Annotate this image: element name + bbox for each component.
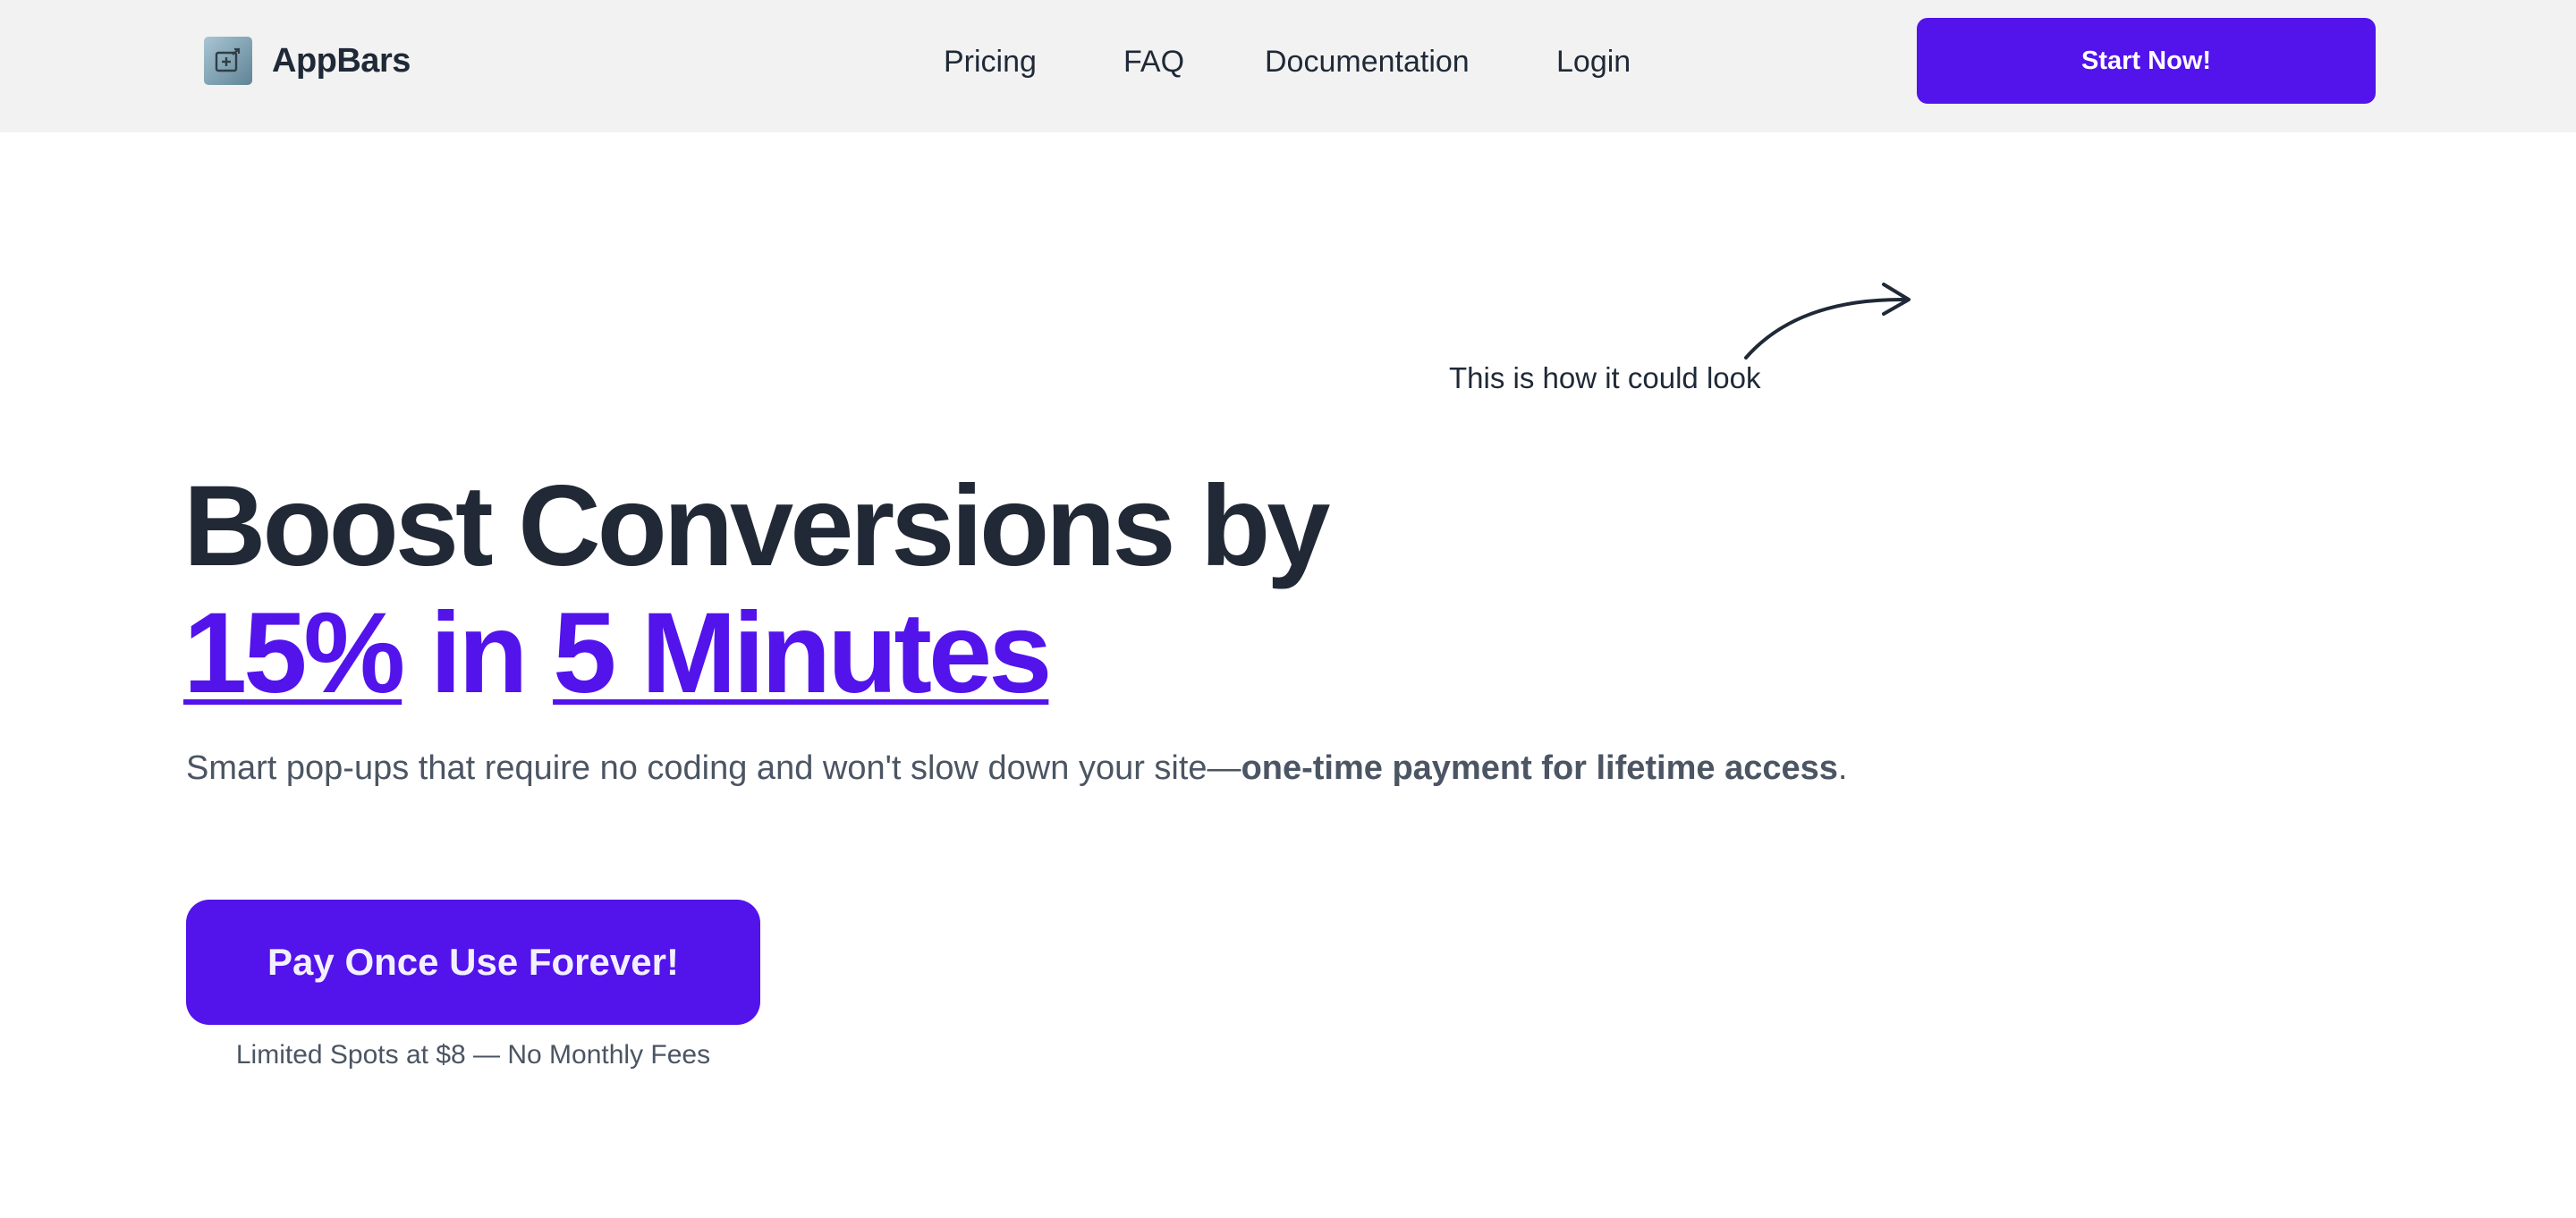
nav-link-documentation[interactable]: Documentation [1265,39,1470,84]
brand-logo-link[interactable]: AppBars [204,36,411,86]
top-navigation-bar: AppBars Pricing FAQ Documentation Login … [0,0,2576,132]
headline-line-1: Boost Conversions by [183,462,1330,590]
headline-line-2: 15% in 5 Minutes [183,590,1704,717]
start-now-button[interactable]: Start Now! [1917,18,2376,104]
add-to-screen-icon [204,37,252,85]
brand-name: AppBars [272,41,411,80]
nav-link-pricing[interactable]: Pricing [944,39,1037,84]
preview-annotation: This is how it could look [1449,361,1761,394]
pay-once-button[interactable]: Pay Once Use Forever! [186,900,760,1025]
headline-highlight-percent: 15% [183,589,405,717]
curved-arrow-icon [1744,283,1911,359]
headline-highlight-time: 5 Minutes [553,589,1052,717]
pricing-note: Limited Spots at $8 — No Monthly Fees [235,1040,711,1070]
headline-connector: in [429,589,529,717]
subtext-bold: one-time payment for lifetime access [1241,749,1838,787]
nav-link-faq[interactable]: FAQ [1123,39,1184,84]
subtext-end: . [1837,749,1848,787]
subtext-main: Smart pop-ups that require no coding and… [186,749,1241,787]
nav-link-login[interactable]: Login [1556,39,1631,84]
hero-subtext: Smart pop-ups that require no coding and… [186,749,1847,788]
hero-headline: Boost Conversions by 15% in 5 Minutes [183,463,1704,717]
